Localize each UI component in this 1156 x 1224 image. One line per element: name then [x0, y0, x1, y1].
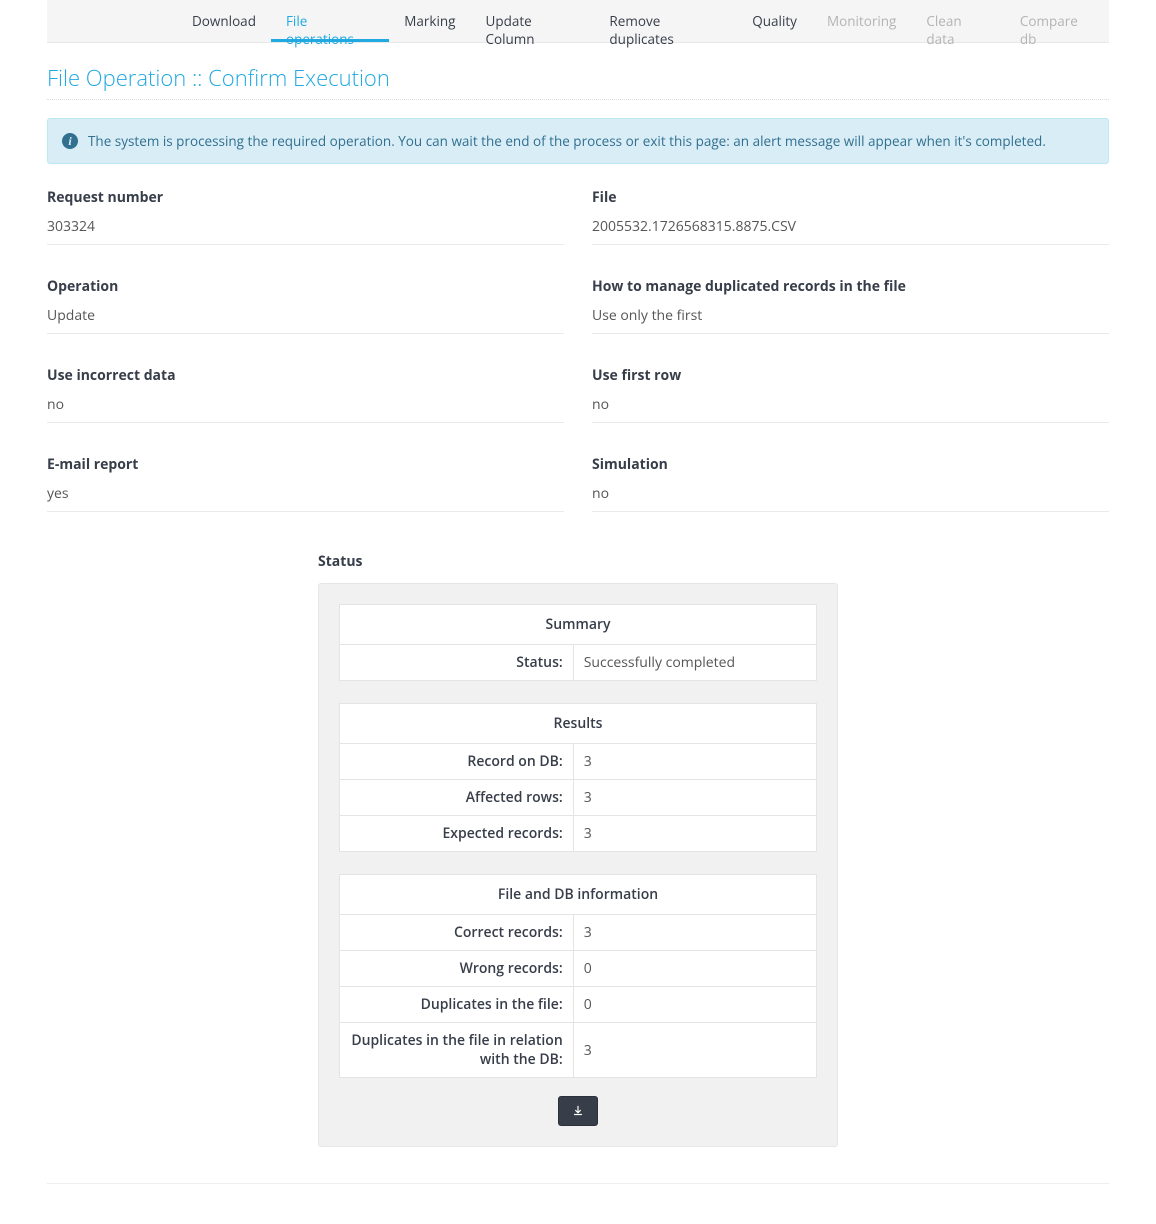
- field-label: Use first row: [592, 366, 1109, 385]
- expected-records-label: Expected records:: [340, 816, 574, 852]
- download-icon: [571, 1104, 585, 1118]
- tabbar: Download File operations Marking Update …: [47, 0, 1109, 43]
- tab-monitoring: Monitoring: [812, 0, 911, 42]
- field-label: How to manage duplicated records in the …: [592, 277, 1109, 296]
- info-icon: i: [62, 133, 78, 149]
- duplicates-file-vs-db-value: 3: [573, 1023, 816, 1078]
- field-email-report: E-mail report yes: [47, 455, 564, 512]
- field-use-first-row: Use first row no: [592, 366, 1109, 423]
- status-panel: Summary Status: Successfully completed R…: [318, 583, 838, 1147]
- field-value: Use only the first: [592, 306, 1109, 334]
- wrong-records-label: Wrong records:: [340, 951, 574, 987]
- footer-separator: [47, 1183, 1109, 1184]
- tab-file-operations[interactable]: File operations: [271, 0, 389, 42]
- field-simulation: Simulation no: [592, 455, 1109, 512]
- field-value: no: [592, 484, 1109, 512]
- field-value: no: [47, 395, 564, 423]
- field-value: 2005532.1726568315.8875.CSV: [592, 217, 1109, 245]
- field-label: Use incorrect data: [47, 366, 564, 385]
- field-manage-duplicated: How to manage duplicated records in the …: [592, 277, 1109, 334]
- field-label: Operation: [47, 277, 564, 296]
- duplicates-in-file-value: 0: [573, 987, 816, 1023]
- correct-records-value: 3: [573, 915, 816, 951]
- alert-message: The system is processing the required op…: [88, 132, 1046, 150]
- results-title: Results: [340, 704, 817, 744]
- field-label: Request number: [47, 188, 564, 207]
- tab-download[interactable]: Download: [177, 0, 271, 42]
- summary-status-label: Status:: [340, 645, 574, 681]
- summary-status-value: Successfully completed: [573, 645, 816, 681]
- correct-records-label: Correct records:: [340, 915, 574, 951]
- field-label: File: [592, 188, 1109, 207]
- tab-update-column[interactable]: Update Column: [471, 0, 595, 42]
- field-label: Simulation: [592, 455, 1109, 474]
- file-db-title: File and DB information: [340, 875, 817, 915]
- field-operation: Operation Update: [47, 277, 564, 334]
- record-on-db-label: Record on DB:: [340, 744, 574, 780]
- duplicates-file-vs-db-label: Duplicates in the file in relation with …: [340, 1023, 574, 1078]
- tab-quality[interactable]: Quality: [737, 0, 812, 42]
- duplicates-in-file-label: Duplicates in the file:: [340, 987, 574, 1023]
- affected-rows-value: 3: [573, 780, 816, 816]
- affected-rows-label: Affected rows:: [340, 780, 574, 816]
- field-value: 303324: [47, 217, 564, 245]
- page-title: File Operation :: Confirm Execution: [47, 63, 1109, 100]
- status-heading: Status: [318, 552, 838, 571]
- field-value: no: [592, 395, 1109, 423]
- download-button[interactable]: [558, 1096, 598, 1126]
- field-request-number: Request number 303324: [47, 188, 564, 245]
- wrong-records-value: 0: [573, 951, 816, 987]
- field-file: File 2005532.1726568315.8875.CSV: [592, 188, 1109, 245]
- tab-compare-db: Compare db: [1005, 0, 1109, 42]
- record-on-db-value: 3: [573, 744, 816, 780]
- summary-table: Summary Status: Successfully completed: [339, 604, 817, 681]
- results-table: Results Record on DB: 3 Affected rows: 3…: [339, 703, 817, 852]
- field-value: yes: [47, 484, 564, 512]
- expected-records-value: 3: [573, 816, 816, 852]
- tab-remove-duplicates[interactable]: Remove duplicates: [594, 0, 737, 42]
- summary-title: Summary: [340, 605, 817, 645]
- field-value: Update: [47, 306, 564, 334]
- field-use-incorrect-data: Use incorrect data no: [47, 366, 564, 423]
- tab-marking[interactable]: Marking: [389, 0, 470, 42]
- alert-processing: i The system is processing the required …: [47, 118, 1109, 164]
- tab-clean-data: Clean data: [911, 0, 1005, 42]
- field-label: E-mail report: [47, 455, 564, 474]
- file-db-table: File and DB information Correct records:…: [339, 874, 817, 1078]
